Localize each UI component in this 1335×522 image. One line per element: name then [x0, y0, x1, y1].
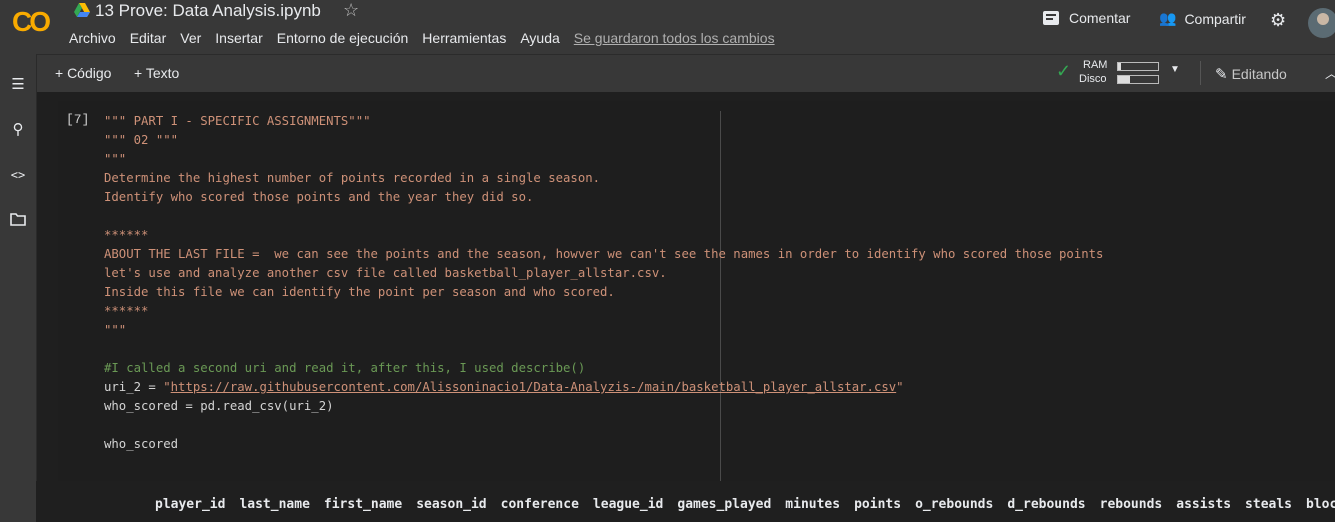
column-header: rebounds: [1099, 497, 1163, 512]
column-header: d_rebounds: [1007, 497, 1086, 512]
column-header: last_name: [239, 497, 310, 512]
share-label: Compartir: [1184, 10, 1246, 27]
column-header: minutes: [785, 497, 841, 512]
column-header: o_rebounds: [915, 497, 994, 512]
avatar[interactable]: [1308, 8, 1335, 38]
header-bar: CO 13 Prove: Data Analysis.ipynb ☆ Archi…: [0, 0, 1335, 54]
chevron-up-icon[interactable]: ︿: [1325, 63, 1335, 82]
colab-logo[interactable]: CO: [12, 6, 54, 37]
add-code-button[interactable]: + Código: [55, 65, 111, 81]
url-link[interactable]: https://raw.githubusercontent.com/Alisso…: [171, 380, 897, 394]
column-header: assists: [1176, 497, 1232, 512]
comment-button[interactable]: Comentar: [1043, 10, 1130, 26]
menu-ayuda[interactable]: Ayuda: [520, 30, 559, 46]
code-line: Determine the highest number of points r…: [104, 171, 601, 185]
people-icon: 👥: [1159, 10, 1177, 26]
gear-icon[interactable]: ⚙: [1270, 10, 1286, 31]
divider: [1200, 61, 1201, 85]
disk-bar: [1117, 75, 1159, 84]
column-header: points: [854, 497, 902, 512]
code-line: """ 02 """: [104, 133, 179, 147]
code-editor[interactable]: """ PART I - SPECIFIC ASSIGNMENTS""" """ …: [104, 112, 1103, 454]
column-header: player_id: [155, 497, 226, 512]
column-header: steals: [1245, 497, 1293, 512]
menu-herramientas[interactable]: Herramientas: [422, 30, 506, 46]
left-sidebar: ☰ ⚲ <>: [0, 54, 37, 522]
column-header: conference: [500, 497, 579, 512]
execution-count: [7]: [66, 112, 90, 127]
notebook-title[interactable]: 13 Prove: Data Analysis.ipynb: [95, 1, 321, 21]
code-line: """: [104, 323, 127, 337]
code-line: #I called a second uri and read it, afte…: [104, 361, 586, 375]
editing-label: Editando: [1231, 66, 1287, 82]
search-icon[interactable]: ⚲: [9, 121, 27, 139]
add-text-button[interactable]: + Texto: [134, 65, 179, 81]
code-line: """ PART I - SPECIFIC ASSIGNMENTS""": [104, 114, 371, 128]
pencil-icon: ✎: [1215, 66, 1228, 83]
resources-indicator[interactable]: RAM Disco: [1057, 59, 1187, 89]
code-line: ******: [104, 304, 149, 318]
editing-button[interactable]: ✎ Editando: [1215, 65, 1287, 83]
drive-icon[interactable]: [74, 3, 90, 17]
menu-entorno[interactable]: Entorno de ejecución: [277, 30, 409, 46]
column-header: first_name: [323, 497, 403, 512]
menu-bar: Archivo Editar Ver Insertar Entorno de e…: [69, 30, 775, 46]
ram-bar: [1117, 62, 1159, 71]
disk-label: Disco: [1079, 73, 1107, 85]
code-line: uri_2 = "https://raw.githubusercontent.c…: [104, 380, 904, 394]
column-header: blocks: [1306, 497, 1335, 512]
column-header: season_id: [416, 497, 487, 512]
star-icon[interactable]: ☆: [343, 0, 359, 21]
code-line: let's use and analyze another csv file c…: [104, 266, 667, 280]
share-button[interactable]: 👥 Compartir: [1159, 10, 1246, 27]
menu-ver[interactable]: Ver: [180, 30, 201, 46]
code-line: who_scored = pd.read_csv(uri_2): [104, 399, 334, 413]
code-line: """: [104, 152, 127, 166]
menu-insertar[interactable]: Insertar: [215, 30, 262, 46]
menu-archivo[interactable]: Archivo: [69, 30, 116, 46]
saved-status-link[interactable]: Se guardaron todos los cambios: [574, 30, 775, 46]
menu-editar[interactable]: Editar: [130, 30, 167, 46]
code-line: who_scored: [104, 437, 179, 451]
column-header: games_played: [677, 497, 772, 512]
code-line: Inside this file we can identify the poi…: [104, 285, 615, 299]
code-line: ******: [104, 228, 149, 242]
toc-icon[interactable]: ☰: [9, 76, 27, 94]
dataframe-header-row: player_id last_name first_name season_id con…: [155, 497, 1335, 512]
folder-icon[interactable]: [9, 212, 27, 230]
comment-icon: [1043, 11, 1059, 25]
comment-label: Comentar: [1069, 10, 1131, 26]
code-line: ABOUT THE LAST FILE = we can see the poi…: [104, 247, 1104, 261]
code-snippets-icon[interactable]: <>: [9, 166, 27, 184]
ram-label: RAM: [1083, 59, 1108, 71]
column-header: league_id: [592, 497, 664, 512]
code-line: Identify who scored those points and the…: [104, 190, 534, 204]
